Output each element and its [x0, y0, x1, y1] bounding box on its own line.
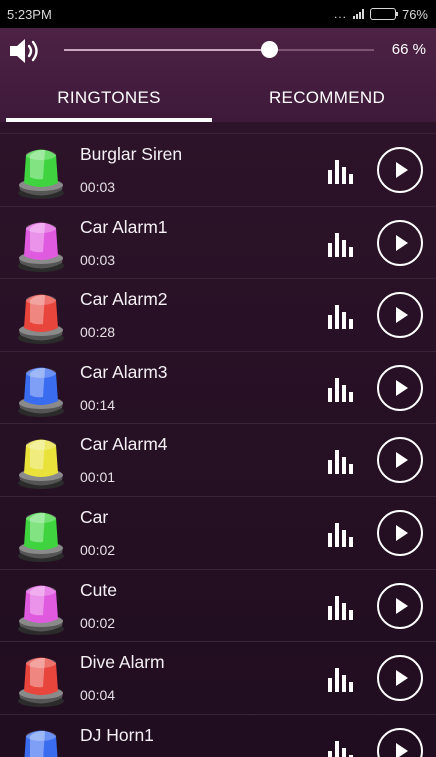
status-indicators: ... 76% — [334, 7, 428, 22]
siren-icon — [18, 512, 64, 562]
equalizer-icon[interactable] — [328, 229, 356, 257]
equalizer-icon[interactable] — [328, 156, 356, 184]
play-icon — [396, 524, 408, 541]
siren-icon — [18, 585, 64, 635]
play-button[interactable] — [377, 364, 423, 411]
ringtone-duration: 00:02 — [80, 614, 116, 631]
ringtone-row[interactable]: DJ Horn1 — [0, 715, 436, 757]
play-button[interactable] — [377, 219, 423, 266]
ringtone-duration: 00:01 — [80, 469, 116, 486]
ringtone-name: Car Alarm3 — [80, 361, 168, 382]
play-icon — [396, 742, 408, 757]
ringtone-duration: 00:02 — [80, 541, 116, 558]
equalizer-icon[interactable] — [328, 301, 356, 330]
play-button[interactable] — [377, 509, 423, 556]
play-button[interactable] — [377, 292, 423, 339]
play-icon — [396, 597, 408, 614]
signal-icon — [352, 9, 364, 19]
ringtone-name: Burglar Siren — [80, 144, 183, 164]
equalizer-icon[interactable] — [328, 737, 356, 757]
equalizer-icon[interactable] — [328, 664, 356, 693]
ringtone-duration: 00:14 — [80, 396, 116, 413]
volume-slider-thumb[interactable] — [260, 41, 278, 58]
ringtone-name: DJ Horn1 — [80, 724, 154, 745]
volume-slider[interactable] — [64, 41, 374, 58]
ringtone-duration: 00:28 — [80, 324, 116, 341]
ringtone-name: Cute — [80, 579, 117, 600]
play-icon — [396, 307, 408, 324]
siren-icon — [18, 149, 64, 199]
equalizer-icon[interactable] — [328, 519, 356, 547]
status-time: 5:23PM — [7, 6, 52, 22]
ringtone-name: Car Alarm4 — [80, 434, 168, 455]
battery-percent: 76% — [401, 6, 428, 22]
volume-row: 66 % — [0, 28, 436, 74]
siren-icon — [18, 367, 64, 417]
siren-icon — [18, 222, 64, 272]
equalizer-icon[interactable] — [328, 592, 356, 620]
play-icon — [396, 452, 408, 469]
siren-icon — [18, 657, 64, 708]
siren-icon — [18, 439, 64, 490]
siren-icon — [24, 730, 58, 757]
tab-bar: RINGTONES RECOMMEND — [0, 74, 436, 122]
tab-recommend[interactable]: RECOMMEND — [218, 74, 436, 122]
play-button[interactable] — [377, 147, 423, 193]
list-item-partial — [0, 122, 436, 134]
equalizer-icon[interactable] — [328, 446, 356, 475]
play-icon — [396, 162, 408, 178]
play-icon — [396, 379, 408, 396]
status-bar: 5:23PM ... 76% — [0, 0, 436, 28]
volume-slider-fill — [64, 49, 269, 51]
tab-ringtones[interactable]: RINGTONES — [0, 74, 218, 122]
ringtone-name: Car — [80, 506, 109, 527]
ringtone-row[interactable]: Cute 00:02 — [0, 570, 436, 643]
play-icon — [396, 234, 408, 251]
ringtone-row[interactable]: Car Alarm3 00:14 — [0, 352, 436, 425]
speaker-icon[interactable] — [8, 36, 44, 66]
ringtone-duration: 00:03 — [80, 251, 116, 268]
battery-icon — [369, 8, 398, 20]
ringtone-duration: 00:03 — [80, 179, 116, 195]
ringtone-row[interactable]: Car 00:02 — [0, 497, 436, 570]
ringtone-row[interactable]: Car Alarm2 00:28 — [0, 279, 436, 352]
play-button[interactable] — [377, 727, 423, 757]
play-button[interactable] — [377, 655, 423, 702]
ringtone-list[interactable]: Burglar Siren 00:03 Car Alarm1 00:03 Car… — [0, 122, 436, 757]
ringtone-name: Car Alarm2 — [80, 289, 168, 310]
siren-icon — [18, 294, 64, 345]
ringtone-name: Car Alarm1 — [80, 216, 168, 237]
notification-dots: ... — [333, 7, 347, 21]
equalizer-icon[interactable] — [328, 374, 356, 402]
volume-percent: 66 % — [391, 41, 426, 58]
ringtone-duration: 00:04 — [80, 687, 116, 704]
play-button[interactable] — [377, 582, 423, 629]
ringtone-list-content: Burglar Siren 00:03 Car Alarm1 00:03 Car… — [0, 122, 436, 757]
ringtone-name: Dive Alarm — [80, 652, 165, 673]
ringtone-row[interactable]: Car Alarm1 00:03 — [0, 207, 436, 280]
play-button[interactable] — [377, 437, 423, 484]
play-icon — [396, 670, 408, 687]
ringtone-row[interactable]: Dive Alarm 00:04 — [0, 642, 436, 715]
header: 66 % RINGTONES RECOMMEND — [0, 28, 436, 122]
ringtone-row[interactable]: Car Alarm4 00:01 — [0, 424, 436, 497]
ringtone-row[interactable]: Burglar Siren 00:03 — [0, 134, 436, 207]
